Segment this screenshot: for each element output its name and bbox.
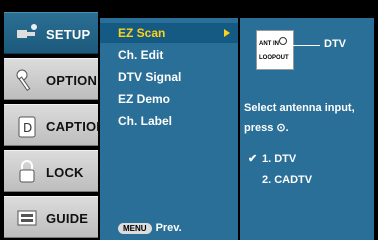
connector-icon: [279, 37, 287, 45]
option-cadtv[interactable]: 2. CADTV: [248, 174, 312, 186]
ez-scan-panel: ANT IN LOOPOUT DTV Select antenna input,…: [240, 18, 374, 240]
tab-setup[interactable]: SETUP: [4, 12, 98, 54]
cable-line: [292, 45, 320, 46]
guide-icon: [17, 210, 37, 226]
menu-item-label: Ch. Edit: [118, 48, 164, 62]
tv-menu-screen: SETUP OPTION D CAPTION LOCK GUIDE EZ Sca…: [0, 0, 378, 240]
prev-hint[interactable]: MENU Prev.: [118, 222, 182, 234]
option-label: 1. DTV: [262, 153, 297, 165]
menu-item-ez-scan[interactable]: EZ Scan: [100, 23, 238, 43]
setup-menu: EZ Scan Ch. Edit DTV Signal EZ Demo Ch. …: [100, 18, 238, 240]
caption-icon: D: [18, 116, 36, 138]
loopout-label: LOOPOUT: [259, 55, 289, 61]
menu-key-icon: MENU: [118, 223, 152, 234]
checkmark-icon: ✔: [248, 153, 258, 165]
menu-item-label: Ch. Label: [118, 114, 173, 128]
tab-caption[interactable]: D CAPTION: [4, 104, 106, 146]
menu-item-label: EZ Scan: [118, 26, 166, 40]
instruction-text: Select antenna input, press ⊙.: [244, 102, 355, 134]
antenna-input-diagram: ANT IN LOOPOUT: [256, 30, 294, 70]
menu-item-label: EZ Demo: [118, 92, 171, 106]
option-dtv[interactable]: ✔ 1. DTV: [248, 152, 296, 165]
svg-text:D: D: [23, 121, 32, 135]
prev-label: Prev.: [155, 222, 182, 234]
ant-in-label: ANT IN: [259, 41, 279, 47]
menu-item-ez-demo[interactable]: EZ Demo: [100, 89, 238, 109]
tab-label: CAPTION: [46, 119, 106, 134]
menu-item-dtv-signal[interactable]: DTV Signal: [100, 67, 238, 87]
arrow-right-icon: [224, 29, 230, 37]
tab-label: GUIDE: [46, 211, 89, 226]
menu-item-ch-edit[interactable]: Ch. Edit: [100, 45, 238, 65]
tab-label: LOCK: [46, 165, 84, 180]
menu-item-ch-label[interactable]: Ch. Label: [100, 111, 238, 131]
lock-icon: [19, 160, 35, 183]
tab-guide[interactable]: GUIDE: [4, 196, 98, 238]
dtv-label: DTV: [324, 38, 346, 50]
menu-item-label: DTV Signal: [118, 70, 182, 84]
wrench-icon: [16, 69, 31, 92]
tab-lock[interactable]: LOCK: [4, 150, 98, 192]
tab-label: OPTION: [46, 73, 98, 88]
option-label: 2. CADTV: [262, 174, 313, 186]
tab-option[interactable]: OPTION: [4, 58, 98, 100]
satellite-icon: [17, 24, 37, 38]
tab-label: SETUP: [46, 27, 91, 42]
category-tabs: SETUP OPTION D CAPTION LOCK GUIDE: [4, 2, 106, 238]
